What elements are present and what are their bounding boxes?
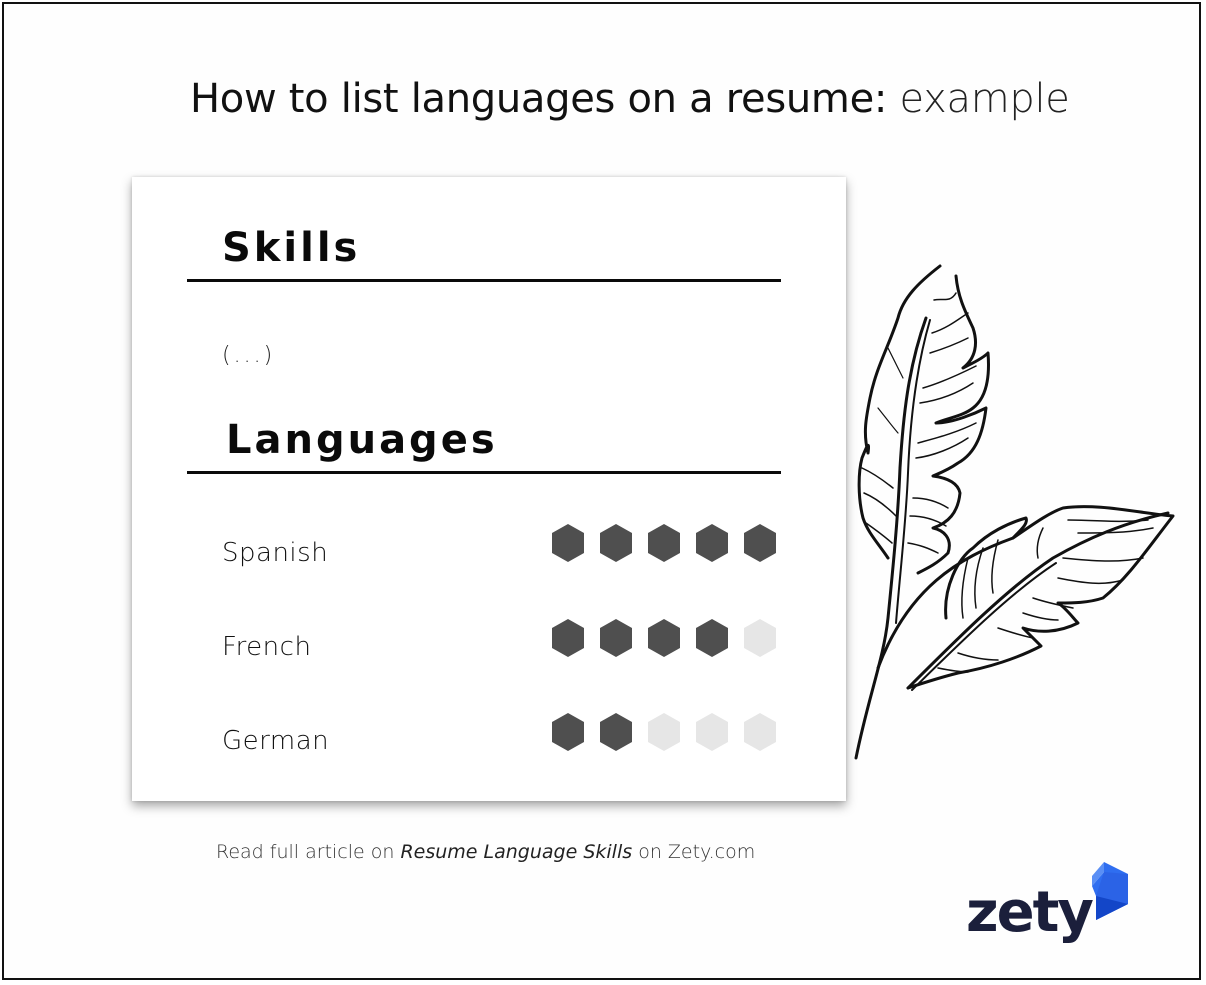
feather-leaves-icon	[854, 264, 1175, 760]
logo-wordmark: zety	[966, 880, 1094, 945]
rating-hex-filled	[648, 524, 680, 562]
rating-hex-empty	[744, 713, 776, 751]
title-strong: How to list languages on a resume:	[190, 76, 888, 122]
title-light: example	[899, 76, 1070, 122]
language-rating	[550, 618, 778, 658]
rating-hex-filled	[552, 619, 584, 657]
article-reference: Read full article on Resume Language Ski…	[216, 841, 755, 863]
rating-hex-filled	[600, 619, 632, 657]
language-rating	[550, 523, 778, 563]
rating-hex-filled	[696, 619, 728, 657]
footer-suffix: on Zety.com	[638, 841, 756, 863]
language-name: Spanish	[222, 538, 329, 568]
rating-hex-empty	[744, 619, 776, 657]
resume-card: Skills (...) Languages Spanish French Ge…	[132, 177, 846, 801]
rating-hex-filled	[696, 524, 728, 562]
languages-heading: Languages	[226, 417, 498, 463]
rating-hex-filled	[744, 524, 776, 562]
rating-hex-filled	[600, 524, 632, 562]
skills-heading: Skills	[222, 225, 361, 271]
zety-cube-icon	[1092, 862, 1128, 920]
rating-hex-filled	[600, 713, 632, 751]
languages-divider	[187, 471, 781, 474]
skills-placeholder: (...)	[222, 343, 276, 368]
rating-hex-filled	[552, 524, 584, 562]
page-title: How to list languages on a resume: examp…	[190, 76, 1070, 122]
article-link[interactable]: Resume Language Skills	[400, 841, 632, 863]
rating-hex-filled	[552, 713, 584, 751]
language-name: German	[222, 726, 330, 756]
skills-divider	[187, 279, 781, 282]
footer-prefix: Read full article on	[216, 841, 395, 863]
language-rating	[550, 712, 778, 752]
zety-logo[interactable]: zety	[966, 862, 1131, 947]
rating-hex-empty	[696, 713, 728, 751]
language-name: French	[222, 632, 312, 662]
rating-hex-filled	[648, 619, 680, 657]
rating-hex-empty	[648, 713, 680, 751]
